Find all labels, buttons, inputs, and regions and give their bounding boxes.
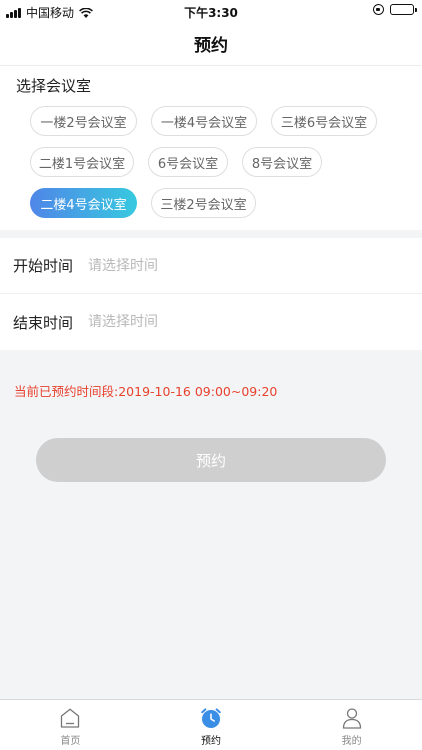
status-bar: 中国移动 下午3:30 [0,0,422,22]
tab-label: 我的 [341,736,362,747]
tab-mine[interactable]: 我的 [281,700,422,750]
status-bar-time: 下午3:30 [184,6,238,20]
start-time-row[interactable]: 开始时间 [0,238,422,294]
navigation-bar: 预约 [0,22,422,66]
end-time-input[interactable] [88,314,288,330]
alarm-clock-icon [201,708,221,728]
home-icon [61,708,80,728]
booked-time-info: 当前已预约时间段:2019-10-16 09:00~09:20 [14,384,278,399]
room-row: 二楼4号会议室 三楼2号会议室 [30,188,400,218]
start-time-label: 开始时间 [13,257,74,275]
start-time-input[interactable] [88,257,288,274]
room-chip[interactable]: 一楼4号会议室 [151,106,257,136]
page-title: 预约 [194,36,228,56]
battery-icon [390,4,417,15]
room-selection-section: 选择会议室 一楼2号会议室 一楼4号会议室 三楼6号会议室 二楼1号会议室 6号… [0,66,422,230]
room-chip-grid: 一楼2号会议室 一楼4号会议室 三楼6号会议室 二楼1号会议室 6号会议室 8号… [30,106,400,229]
room-chip[interactable]: 8号会议室 [242,147,322,177]
room-chip[interactable]: 二楼1号会议室 [30,147,134,177]
tab-reserve[interactable]: 预约 [141,700,282,750]
person-icon [342,708,361,729]
rotation-lock-icon [373,4,384,15]
tab-label: 首页 [60,736,81,747]
tab-home[interactable]: 首页 [0,700,141,750]
room-chip[interactable]: 三楼2号会议室 [151,188,256,218]
tab-bar: 首页 预约 我的 [0,699,422,750]
tab-label: 预约 [201,736,221,747]
room-chip-selected[interactable]: 二楼4号会议室 [30,188,137,218]
status-bar-right [373,4,417,15]
room-section-title: 选择会议室 [16,77,92,95]
room-row: 二楼1号会议室 6号会议室 8号会议室 [30,147,400,177]
room-chip[interactable]: 一楼2号会议室 [30,106,137,136]
room-chip[interactable]: 6号会议室 [148,147,228,177]
end-time-row[interactable]: 结束时间 [0,294,422,350]
room-chip[interactable]: 三楼6号会议室 [271,106,377,136]
end-time-label: 结束时间 [13,313,74,332]
time-selection-section: 开始时间 结束时间 [0,238,422,350]
room-row: 一楼2号会议室 一楼4号会议室 三楼6号会议室 [30,106,400,136]
reserve-button[interactable]: 预约 [36,438,386,482]
